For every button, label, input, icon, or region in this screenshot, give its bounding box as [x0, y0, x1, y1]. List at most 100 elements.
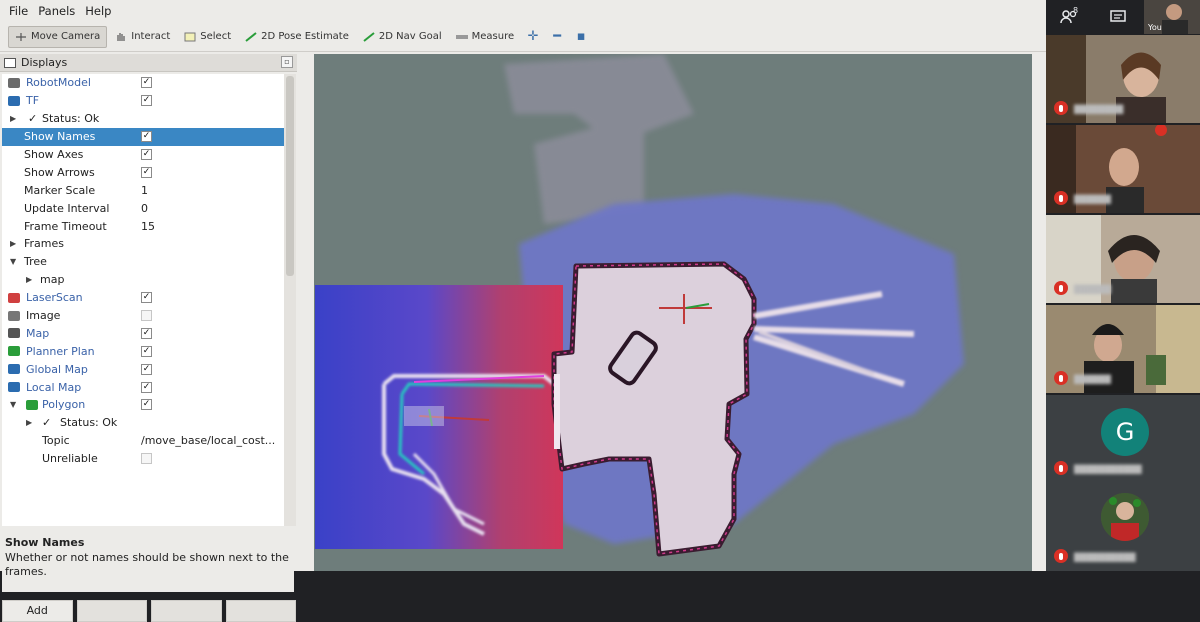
3d-view[interactable]	[314, 54, 1032, 571]
display-type-icon	[8, 77, 20, 88]
expand-arrow-icon[interactable]: ▶	[10, 239, 16, 248]
display-type-icon	[8, 346, 20, 357]
display-row[interactable]: Show Arrows ✓	[2, 163, 284, 181]
duplicate-button[interactable]	[76, 600, 147, 622]
goal-arrow-icon	[363, 31, 375, 42]
expand-arrow-icon[interactable]: ▶	[10, 114, 16, 123]
add-button[interactable]: Add	[2, 600, 73, 622]
display-row[interactable]: Update Interval 0	[2, 199, 284, 217]
tool-bar: Move Camera Interact Select 2D Pose Esti…	[0, 22, 1046, 52]
minus-icon: ━	[553, 29, 562, 44]
participant-tile-1[interactable]: ████████	[1046, 35, 1200, 123]
expand-arrow-icon[interactable]: ▼	[10, 257, 16, 266]
display-row[interactable]: Image	[2, 307, 284, 325]
display-row[interactable]: Unreliable	[2, 450, 284, 468]
display-checkbox[interactable]: ✓	[141, 381, 152, 393]
menu-panels[interactable]: Panels	[33, 2, 80, 20]
display-checkbox[interactable]: ✓	[141, 363, 152, 375]
display-row-value[interactable]: /move_base/local_cost...	[141, 434, 275, 447]
display-row[interactable]: LaserScan ✓	[2, 289, 284, 307]
display-row[interactable]: RobotModel ✓	[2, 74, 284, 92]
display-row[interactable]: Planner Plan ✓	[2, 342, 284, 360]
participant-tile-3[interactable]: ██████	[1046, 215, 1200, 303]
display-type-icon	[8, 364, 20, 375]
status-ok-icon: ✓	[28, 112, 38, 126]
participant-name-2: ██████	[1074, 195, 1111, 204]
participant-name-4: ██████	[1074, 375, 1111, 384]
displays-tree[interactable]: RobotModel ✓ TF ✓ ▶ ✓ Status: Ok Show Names ✓ Sho…	[2, 74, 284, 526]
display-row[interactable]: Map ✓	[2, 324, 284, 342]
interact-tool[interactable]: Interact	[109, 26, 176, 48]
panel-splitter[interactable]	[297, 54, 314, 571]
expand-arrow-icon[interactable]: ▼	[10, 400, 16, 409]
remove-tool-button[interactable]: ━	[546, 26, 568, 48]
display-checkbox[interactable]: ✓	[141, 292, 152, 304]
camera-icon: ▪	[576, 29, 586, 44]
help-box: Show Names Whether or not names should b…	[2, 532, 294, 592]
chat-button[interactable]	[1094, 0, 1142, 34]
display-row[interactable]: Show Names ✓	[2, 127, 284, 146]
display-row[interactable]: Marker Scale 1	[2, 181, 284, 199]
display-checkbox[interactable]: ✓	[141, 149, 152, 160]
display-row-label: Unreliable	[42, 452, 98, 466]
participant-tile-4[interactable]: ██████	[1046, 305, 1200, 393]
display-row-label: Planner Plan	[26, 344, 95, 358]
display-row[interactable]: ▶ Frames	[2, 235, 284, 253]
meet-sidebar: 8 You ████████ ██████ ██████ ██████ ████…	[1046, 0, 1200, 571]
display-row[interactable]: ▼ Tree	[2, 253, 284, 271]
display-checkbox[interactable]: ✓	[141, 345, 152, 357]
participant-name-5: ███████████	[1074, 465, 1142, 474]
move-camera-tool[interactable]: Move Camera	[8, 25, 108, 48]
mic-muted-icon	[1054, 101, 1068, 115]
close-panel-icon[interactable]: ▫	[281, 56, 293, 68]
rename-button[interactable]	[225, 600, 296, 622]
people-button[interactable]: 8	[1046, 0, 1094, 34]
nav-goal-tool[interactable]: 2D Nav Goal	[357, 26, 448, 48]
display-row-label: Update Interval	[24, 201, 110, 215]
display-row[interactable]: Show Axes ✓	[2, 146, 284, 164]
display-row-label: LaserScan	[26, 291, 83, 305]
scrollbar-thumb[interactable]	[286, 76, 294, 276]
display-row[interactable]: ▼ Polygon ✓	[2, 396, 284, 414]
measure-tool[interactable]: Measure	[450, 26, 521, 48]
display-row[interactable]: Frame Timeout 15	[2, 217, 284, 235]
display-row[interactable]: ▶ ✓ Status: Ok	[2, 414, 284, 432]
move-camera-label: Move Camera	[31, 31, 101, 42]
display-row[interactable]: ▶ map	[2, 271, 284, 289]
display-checkbox[interactable]	[141, 310, 152, 322]
meet-topbar: 8 You	[1046, 0, 1200, 34]
expand-arrow-icon[interactable]: ▶	[26, 418, 32, 427]
display-checkbox[interactable]: ✓	[141, 399, 152, 411]
display-row-value[interactable]: 1	[141, 184, 148, 197]
display-row-label: Show Arrows	[24, 165, 95, 179]
display-checkbox[interactable]	[141, 453, 152, 465]
display-row[interactable]: Topic/move_base/local_cost...	[2, 432, 284, 450]
tool-properties-button[interactable]: ▪	[570, 26, 592, 48]
display-row[interactable]: Local Map ✓	[2, 378, 284, 396]
display-row[interactable]: Global Map ✓	[2, 360, 284, 378]
display-checkbox[interactable]: ✓	[141, 77, 152, 89]
display-row-label: Frame Timeout	[24, 219, 107, 233]
participant-avatar-g: G	[1101, 408, 1149, 456]
display-row[interactable]: ▶ ✓ Status: Ok	[2, 110, 284, 128]
display-row-value[interactable]: 0	[141, 202, 148, 215]
menu-file[interactable]: File	[4, 2, 33, 20]
mic-muted-icon	[1054, 371, 1068, 385]
pose-estimate-tool[interactable]: 2D Pose Estimate	[239, 26, 355, 48]
expand-arrow-icon[interactable]: ▶	[26, 275, 32, 284]
add-tool-button[interactable]: ✛	[522, 26, 544, 48]
select-tool[interactable]: Select	[178, 26, 237, 48]
participant-name-3: ██████	[1074, 285, 1111, 294]
status-ok-icon: ✓	[42, 416, 52, 430]
display-checkbox[interactable]: ✓	[141, 327, 152, 339]
display-row-value[interactable]: 15	[141, 220, 155, 233]
display-row[interactable]: TF ✓	[2, 92, 284, 110]
display-checkbox[interactable]: ✓	[141, 131, 152, 143]
display-checkbox[interactable]: ✓	[141, 166, 152, 178]
menu-help[interactable]: Help	[80, 2, 116, 20]
participant-tile-2[interactable]: ██████	[1046, 125, 1200, 213]
displays-title: Displays	[21, 56, 68, 69]
remove-button[interactable]	[151, 600, 222, 622]
display-checkbox[interactable]: ✓	[141, 95, 152, 107]
tree-scrollbar[interactable]	[284, 74, 296, 526]
